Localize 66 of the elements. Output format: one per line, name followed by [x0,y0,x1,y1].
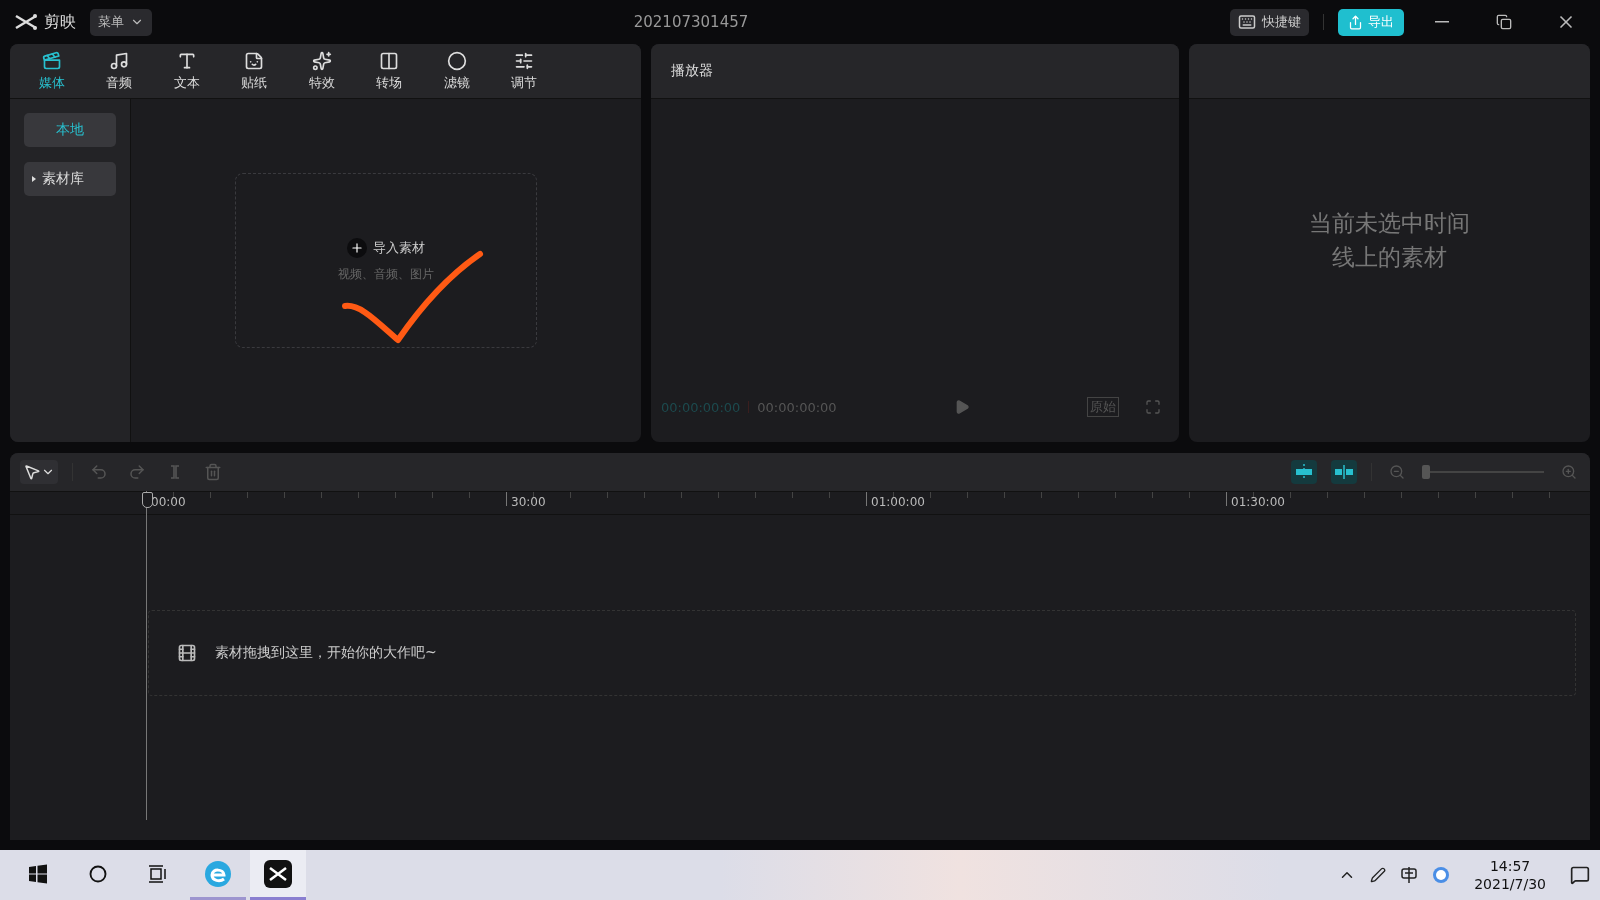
trash-icon [204,463,222,481]
menu-button[interactable]: 菜单 [90,8,152,36]
empty-message-line: 线上的素材 [1332,242,1447,272]
snap-button[interactable] [1291,460,1317,484]
search-icon [89,864,107,883]
tab[interactable]: 音频 [85,44,153,98]
select-tool-button[interactable] [20,460,58,484]
pointer-icon [23,463,41,481]
redo-icon [128,463,146,481]
clock-date: 2021/7/30 [1474,875,1546,894]
film-icon [177,642,197,663]
caret-icon [30,175,38,183]
minimize-icon [1435,21,1449,23]
input-method-icon[interactable] [1400,866,1419,884]
fullscreen-icon [1145,399,1161,415]
plus-icon [347,238,367,258]
time-label: 01:00:00 [871,495,925,509]
windows-icon [28,863,48,884]
project-title: 202107301457 [632,13,750,31]
circle-icon [446,50,467,71]
time-label: 30:00 [511,495,546,509]
scissors-logo-icon [264,859,292,888]
restore-icon [1496,14,1512,30]
tab[interactable]: 贴纸 [220,44,288,98]
playhead-handle[interactable] [142,492,153,508]
clapperboard-icon [41,50,62,71]
tab[interactable]: 滤镜 [423,44,491,98]
tab[interactable]: 转场 [355,44,423,98]
empty-message-line: 当前未选中时间 [1309,209,1470,239]
music-icon [109,50,130,71]
sticker-icon [244,50,265,71]
link-button[interactable] [1331,460,1357,484]
import-drop-area[interactable]: 导入素材 视频、音频、图片 [235,173,537,348]
total-time: 00:00:00:00 [757,399,837,415]
taskbar-app-icon[interactable] [250,850,306,900]
undo-icon [90,463,108,481]
tab[interactable]: 媒体 [18,44,86,98]
clock-time: 14:57 [1489,856,1531,875]
sparkles-icon [311,50,332,71]
sliders-icon [514,50,535,71]
tab[interactable]: 调节 [490,44,558,98]
sidebar-item[interactable]: 素材库 [24,162,116,196]
link-icon [1334,463,1354,481]
share-icon [1348,14,1363,30]
browser-icon [204,859,232,888]
sidebar-item[interactable]: 本地 [24,113,116,147]
task-view-icon [148,864,168,883]
import-hint: 视频、音频、图片 [338,266,434,283]
player-title: 播放器 [671,62,713,80]
logo-icon [14,13,40,31]
drop-hint: 素材拖拽到这里，开始你的大作吧~ [215,643,437,662]
app-name: 剪映 [44,11,76,33]
columns-icon [379,50,400,71]
clock[interactable]: 14:57 2021/7/30 [1474,856,1546,894]
assistant-icon[interactable] [1432,866,1451,884]
zoom-out-icon [1389,464,1405,480]
shortcuts-button[interactable]: 快捷键 [1230,8,1309,36]
import-button[interactable]: 导入素材 [347,238,425,258]
tab[interactable]: 文本 [153,44,221,98]
track-drop-zone[interactable]: 素材拖拽到这里，开始你的大作吧~ [148,609,1576,696]
snap-icon [1294,463,1314,481]
keyboard-icon [1238,13,1256,31]
tab[interactable]: 特效 [288,44,356,98]
zoom-in-icon [1561,464,1577,480]
slider-thumb[interactable] [1422,465,1430,479]
time-label: 01:30:00 [1231,495,1285,509]
